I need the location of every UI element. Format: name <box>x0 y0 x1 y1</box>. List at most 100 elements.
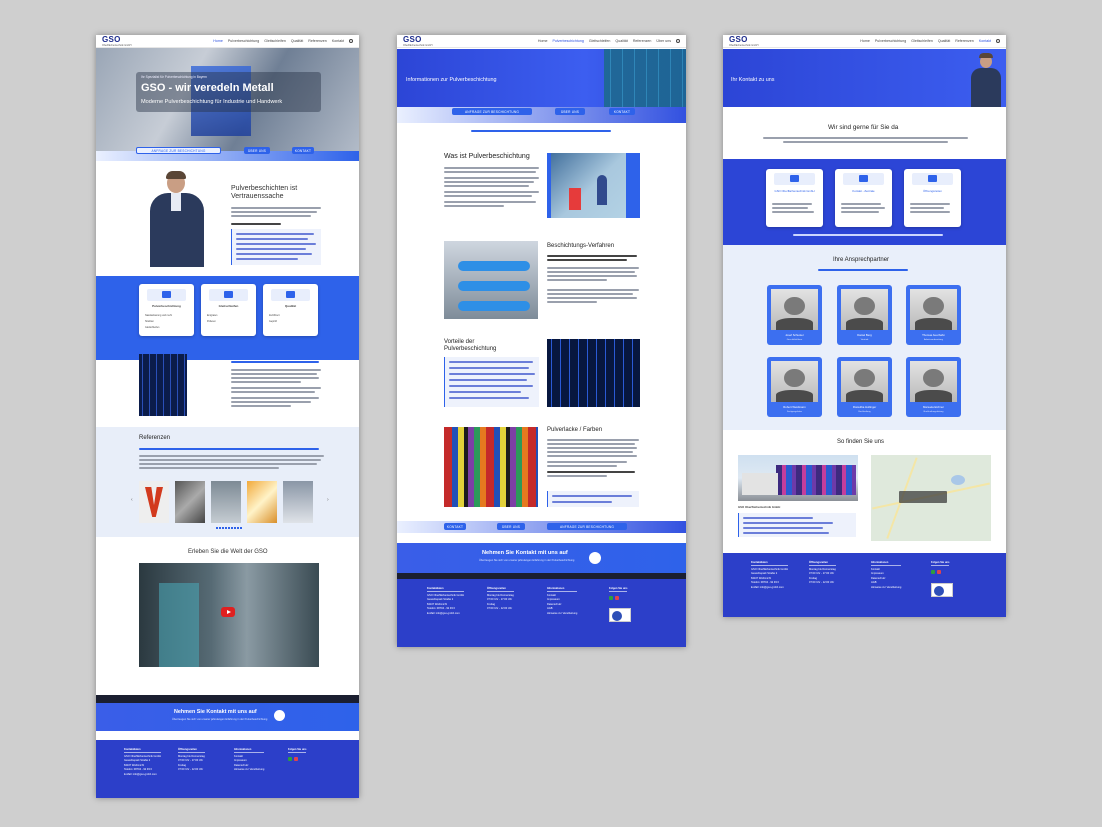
nav-item-referenzen[interactable]: Referenzen <box>955 39 974 43</box>
partner-role: Buchhaltungsleitung <box>923 411 944 413</box>
request-coating-button[interactable]: ANFRAGE ZUR BESCHICHTUNG <box>136 147 221 154</box>
footer-heading: Folgen Sie uns <box>288 748 307 753</box>
quality-icon <box>286 291 295 298</box>
partner-card[interactable]: Manuela Eichner Buchhaltungsleitung <box>906 357 961 417</box>
partner-card[interactable]: Roswitha Hollinger Buchhaltung <box>837 357 892 417</box>
nav-item-qualitaet[interactable]: Qualität <box>938 39 950 43</box>
footer-link[interactable]: Datenschutz <box>871 577 901 580</box>
logo[interactable]: GSO Oberflächentechnik GmbH <box>403 35 432 47</box>
reference-image-2[interactable] <box>175 481 205 523</box>
nav-item-qualitaet[interactable]: Qualität <box>615 39 627 43</box>
footer-kontakt: Kontaktdaten GSO Oberflächentechnik GmbH… <box>723 553 1006 617</box>
nav-item-referenzen[interactable]: Referenzen <box>633 39 652 43</box>
section-title-verfahren: Beschichtungs-Verfahren <box>547 243 615 249</box>
nav-item-home[interactable]: Home <box>538 39 548 43</box>
nav-item-gleit[interactable]: Gleitschleifen <box>911 39 933 43</box>
directions-heading: GSO Oberflächentechnik GmbH <box>738 505 781 509</box>
footer-link[interactable]: Hinweise zur Verarbeitung <box>234 768 264 771</box>
service-card-gleit[interactable]: Gleitschleifen Entgraten Polieren <box>201 284 256 336</box>
logo-text: GSO <box>403 35 422 44</box>
contact-card-hours[interactable]: Öffnungszeiten <box>904 169 961 227</box>
nav-item-qualitaet[interactable]: Qualität <box>291 39 303 43</box>
carousel-next-icon[interactable]: › <box>327 497 329 503</box>
footer-link[interactable]: Kontakt <box>871 568 901 571</box>
logo[interactable]: GSO Oberflächentechnik GmbH <box>729 35 758 47</box>
cta-band[interactable]: Nehmen Sie Kontakt mit uns auf Überzeuge… <box>397 543 686 573</box>
footer-link[interactable]: Impressum <box>547 598 577 601</box>
search-icon[interactable] <box>349 39 353 43</box>
references-title: Referenzen <box>139 435 171 441</box>
nav-item-referenzen[interactable]: Referenzen <box>308 39 327 43</box>
instagram-icon[interactable] <box>615 596 619 600</box>
footer-email-link[interactable]: E-Mail: info@gso-gmbh.com <box>751 586 788 589</box>
cta-arrow-icon[interactable] <box>274 710 285 721</box>
section-image-blue-rack <box>547 339 640 407</box>
instagram-icon[interactable] <box>937 570 941 574</box>
video-player[interactable] <box>139 563 319 667</box>
instagram-icon[interactable] <box>294 757 298 761</box>
about-button[interactable]: ÜBER UNS <box>555 108 585 115</box>
reference-image-5[interactable] <box>283 481 313 523</box>
reference-image-1[interactable] <box>139 481 169 523</box>
about-button[interactable]: ÜBER UNS <box>244 147 270 154</box>
logo-tagline: Oberflächentechnik GmbH <box>729 44 759 47</box>
cta-top-strip <box>96 695 359 703</box>
nav-item-pulver[interactable]: Pulverbeschichtung <box>552 39 583 43</box>
partner-card[interactable]: Daniel Berg Vertrieb <box>837 285 892 345</box>
footer-link[interactable]: Datenschutz <box>234 764 264 767</box>
nav-item-pulver[interactable]: Pulverbeschichtung <box>228 39 259 43</box>
carousel-dots[interactable] <box>216 527 242 529</box>
search-icon[interactable] <box>676 39 680 43</box>
footer-link[interactable]: Impressum <box>871 572 901 575</box>
contact-button[interactable]: KONTAKT <box>609 108 635 115</box>
map[interactable] <box>871 455 991 541</box>
footer-link[interactable]: Kontakt <box>547 594 577 597</box>
contact-card-central[interactable]: Kontakt - Zentrale <box>835 169 892 227</box>
social-icon[interactable] <box>288 757 292 761</box>
top-nav: GSO Oberflächentechnik GmbH Home Pulverb… <box>723 35 1006 48</box>
social-icon[interactable] <box>609 596 613 600</box>
cta-arrow-icon[interactable] <box>589 552 601 564</box>
partner-card[interactable]: Josef Schuster Geschäftsführer <box>767 285 822 345</box>
request-coating-button[interactable]: ANFRAGE ZUR BESCHICHTUNG <box>452 108 532 115</box>
footer-link[interactable]: Datenschutz <box>547 603 577 606</box>
nav-item-kontakt[interactable]: Kontakt <box>979 39 991 43</box>
service-card-pulver[interactable]: Pulverbeschichtung Nasslackierung und me… <box>139 284 194 336</box>
footer-email-link[interactable]: E-Mail: info@gso-gmbh.com <box>427 612 464 615</box>
partner-name: Josef Schuster <box>785 333 804 337</box>
service-card-qualitaet[interactable]: Qualität Zertifiziert Geprüft <box>263 284 318 336</box>
footer-link[interactable]: Hinweise zur Verarbeitung <box>871 586 901 589</box>
reference-image-4[interactable] <box>247 481 277 523</box>
nav-item-kontakt[interactable]: Kontakt <box>332 39 344 43</box>
nav-item-pulver[interactable]: Pulverbeschichtung <box>875 39 906 43</box>
footer-heading: Öffnungszeiten <box>809 561 836 566</box>
nav-item-home[interactable]: Home <box>860 39 870 43</box>
footer-link[interactable]: Kontakt <box>234 755 264 758</box>
bottom-request-button[interactable]: ANFRAGE ZUR BESCHICHTUNG <box>547 523 627 530</box>
nav-item-gleit[interactable]: Gleitschleifen <box>264 39 286 43</box>
partner-card[interactable]: Thomas Auerhahn Arbeitsvorbereitung <box>906 285 961 345</box>
bottom-about-button[interactable]: ÜBER UNS <box>497 523 525 530</box>
footer-link[interactable]: AGB <box>871 581 901 584</box>
partner-card[interactable]: Robert Weidmann Fertigungsleiter <box>767 357 822 417</box>
reference-image-3[interactable] <box>211 481 241 523</box>
contact-card-company[interactable]: GSO Oberflächentechnik GmbH <box>766 169 823 227</box>
logo-text: GSO <box>102 35 121 44</box>
footer-link[interactable]: AGB <box>547 607 577 610</box>
footer-link[interactable]: Hinweise zur Verarbeitung <box>547 612 577 615</box>
logo[interactable]: GSO Oberflächentechnik GmbH <box>102 35 131 47</box>
contact-button[interactable]: KONTAKT <box>292 147 314 154</box>
nav-item-ueber[interactable]: Über uns <box>656 39 671 43</box>
bottom-button-strip <box>397 521 686 533</box>
carousel-prev-icon[interactable]: ‹ <box>131 497 133 503</box>
search-icon[interactable] <box>996 39 1000 43</box>
nav-item-home[interactable]: Home <box>213 39 223 43</box>
partner-name: Daniel Berg <box>857 333 872 337</box>
bottom-contact-button[interactable]: KONTAKT <box>444 523 466 530</box>
partner-photo <box>910 289 957 330</box>
footer-email-link[interactable]: E-Mail: info@gso-gmbh.com <box>124 773 161 776</box>
nav-item-gleit[interactable]: Gleitschleifen <box>589 39 611 43</box>
cta-band[interactable]: Nehmen Sie Kontakt mit uns auf Überzeuge… <box>96 703 359 731</box>
footer-link[interactable]: Impressum <box>234 759 264 762</box>
social-icon[interactable] <box>931 570 935 574</box>
